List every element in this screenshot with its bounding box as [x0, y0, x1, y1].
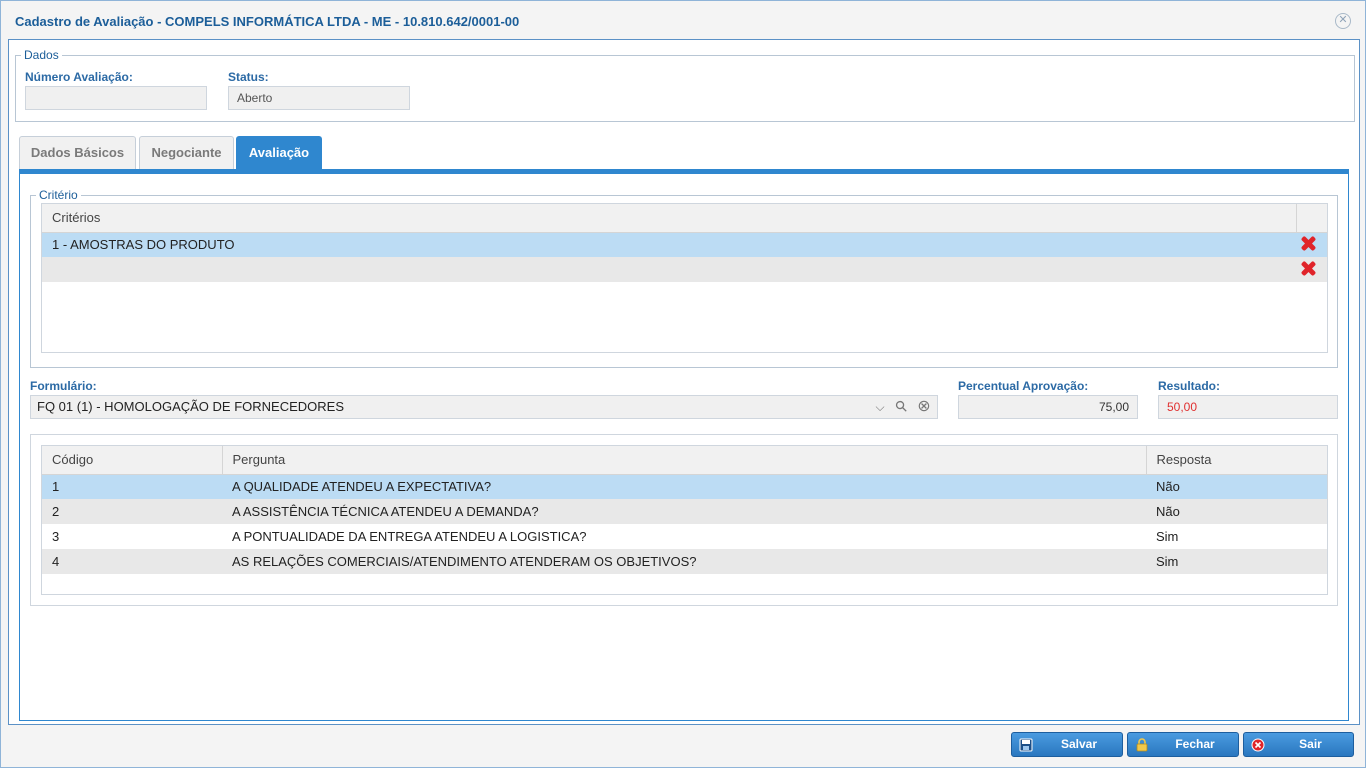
resposta-cell: Não: [1146, 474, 1327, 499]
formulario-label: Formulário:: [30, 379, 97, 393]
clear-icon[interactable]: ⊗: [915, 398, 933, 416]
resposta-cell: Sim: [1146, 524, 1327, 549]
search-icon[interactable]: ⚲: [889, 394, 914, 419]
sair-button[interactable]: Sair: [1243, 732, 1354, 757]
pergunta-cell: AS RELAÇÕES COMERCIAIS/ATENDIMENTO ATEND…: [222, 549, 1146, 574]
formulario-combo[interactable]: FQ 01 (1) - HOMOLOGAÇÃO DE FORNECEDORES …: [30, 395, 938, 419]
salvar-label: Salvar: [1060, 737, 1098, 751]
fechar-label: Fechar: [1175, 737, 1215, 751]
tab-dados-basicos[interactable]: Dados Básicos: [19, 136, 136, 169]
codigo-cell: 2: [42, 499, 222, 524]
sair-label: Sair: [1299, 737, 1322, 751]
codigo-cell: 1: [42, 474, 222, 499]
delete-icon[interactable]: [1300, 235, 1316, 251]
content-area: Dados Número Avaliação: Status: Aberto D…: [8, 39, 1360, 725]
numero-avaliacao-label: Número Avaliação:: [25, 70, 133, 84]
criterio-row[interactable]: 1 - AMOSTRAS DO PRODUTO: [42, 232, 1327, 257]
chevron-down-icon[interactable]: ⌵: [871, 398, 889, 416]
fechar-button[interactable]: Fechar: [1127, 732, 1239, 757]
criterios-table: Critérios 1 - AMOSTRAS DO PRODUTO: [42, 204, 1327, 282]
exit-icon: [1251, 737, 1265, 752]
tab-negociante[interactable]: Negociante: [139, 136, 234, 169]
dialog-window: Cadastro de Avaliação - COMPELS INFORMÁT…: [0, 0, 1366, 768]
pergunta-cell: A QUALIDADE ATENDEU A EXPECTATIVA?: [222, 474, 1146, 499]
numero-avaliacao-field[interactable]: [25, 86, 207, 110]
resposta-column-header: Resposta: [1145, 446, 1327, 475]
pergunta-column-header: Pergunta: [221, 446, 1147, 475]
codigo-cell: 4: [42, 549, 222, 574]
pergunta-cell: A ASSISTÊNCIA TÉCNICA ATENDEU A DEMANDA?: [222, 499, 1146, 524]
perguntas-table: Código Pergunta Resposta 1 A QUALIDADE A…: [42, 446, 1327, 574]
criterio-legend: Critério: [39, 188, 78, 202]
codigo-column-header: Código: [42, 446, 223, 475]
criterios-grid: Critérios 1 - AMOSTRAS DO PRODUTO: [41, 203, 1328, 353]
resultado-label: Resultado:: [1158, 379, 1221, 393]
status-label: Status:: [228, 70, 269, 84]
floppy-disk-icon: [1019, 737, 1033, 752]
criterio-cell: [42, 257, 1296, 282]
criterio-row[interactable]: [42, 257, 1327, 282]
window-title: Cadastro de Avaliação - COMPELS INFORMÁT…: [15, 14, 520, 29]
criterio-cell: 1 - AMOSTRAS DO PRODUTO: [42, 232, 1296, 257]
tab-panel-avaliacao: Critério Critérios 1 - AMOSTRAS DO PRODU…: [19, 174, 1349, 721]
delete-icon[interactable]: [1300, 260, 1316, 276]
status-field[interactable]: Aberto: [228, 86, 410, 110]
formulario-tools: ⌵ ⚲ ⊗: [871, 397, 935, 417]
resposta-cell: Não: [1146, 499, 1327, 524]
dados-group: Dados: [15, 48, 1355, 122]
tab-avaliacao[interactable]: Avaliação: [236, 136, 322, 170]
pergunta-cell: A PONTUALIDADE DA ENTREGA ATENDEU A LOGI…: [222, 524, 1146, 549]
criterios-column-header: Critérios: [42, 204, 1297, 233]
percentual-aprovacao-label: Percentual Aprovação:: [958, 379, 1089, 393]
formulario-value: FQ 01 (1) - HOMOLOGAÇÃO DE FORNECEDORES: [37, 399, 344, 414]
salvar-button[interactable]: Salvar: [1011, 732, 1123, 757]
table-row[interactable]: 4 AS RELAÇÕES COMERCIAIS/ATENDIMENTO ATE…: [42, 549, 1327, 574]
table-row[interactable]: 1 A QUALIDADE ATENDEU A EXPECTATIVA? Não: [42, 474, 1327, 499]
resposta-cell: Sim: [1146, 549, 1327, 574]
codigo-cell: 3: [42, 524, 222, 549]
title-bar: Cadastro de Avaliação - COMPELS INFORMÁT…: [1, 1, 1365, 39]
close-icon[interactable]: ✕: [1335, 13, 1351, 29]
resultado-field[interactable]: 50,00: [1158, 395, 1338, 419]
percentual-aprovacao-field[interactable]: 75,00: [958, 395, 1138, 419]
perguntas-grid: Código Pergunta Resposta 1 A QUALIDADE A…: [41, 445, 1328, 595]
dados-legend: Dados: [24, 48, 59, 62]
lock-icon: [1135, 737, 1149, 752]
table-row[interactable]: 3 A PONTUALIDADE DA ENTREGA ATENDEU A LO…: [42, 524, 1327, 549]
criterios-action-header: [1295, 204, 1327, 233]
table-row[interactable]: 2 A ASSISTÊNCIA TÉCNICA ATENDEU A DEMAND…: [42, 499, 1327, 524]
